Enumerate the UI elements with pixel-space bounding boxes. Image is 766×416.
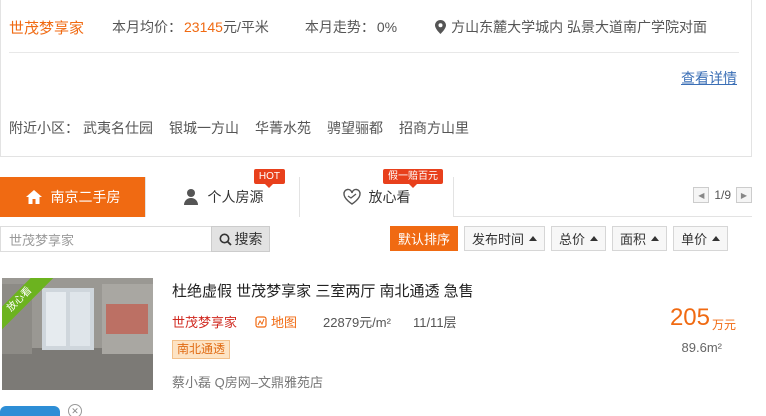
caret-up-icon <box>712 236 721 241</box>
search-button[interactable]: 搜索 <box>211 226 270 252</box>
hot-badge: HOT <box>253 169 285 188</box>
pager: ◀ 1/9 ▶ <box>693 187 752 203</box>
sort-total-price-button[interactable]: 总价 <box>551 226 607 251</box>
handshake-icon <box>342 188 361 205</box>
tab-label: 个人房源 <box>207 189 264 205</box>
map-link[interactable]: 地图 <box>255 312 297 331</box>
sort-label: 发布时间 <box>472 232 525 247</box>
avg-price-label: 本月均价： <box>112 19 183 35</box>
sort-default-button[interactable]: 默认排序 <box>390 226 459 251</box>
feature-tag: 南北通透 <box>172 340 231 359</box>
caret-up-icon <box>651 236 660 241</box>
floating-action-button[interactable] <box>0 406 60 416</box>
location-pin-icon <box>435 20 447 34</box>
map-label: 地图 <box>271 315 298 330</box>
area: 89.6m² <box>681 340 722 355</box>
tab-nanjing-secondhand[interactable]: 南京二手房 <box>0 177 146 217</box>
listing-photo[interactable]: 放心看 <box>2 278 153 390</box>
sort-label: 总价 <box>559 232 586 247</box>
prev-page-button[interactable]: ◀ <box>693 187 710 203</box>
house-icon <box>25 190 42 204</box>
guarantee-badge: 假一赔百元 <box>383 169 443 188</box>
page-indicator: 1/9 <box>714 188 731 202</box>
community-info-panel: 世茂梦享家 本月均价： 23145 元/平米 本月走势： 0% 方山东麓大学城内… <box>0 0 752 157</box>
nearby-item[interactable]: 骋望骊都 <box>327 118 383 138</box>
total-price: 205 <box>669 304 710 331</box>
search-bar: 搜索 <box>0 226 270 252</box>
sort-bar: 默认排序 发布时间 总价 面积 单价 <box>390 226 734 251</box>
floor-info: 11/11层 <box>412 315 457 330</box>
trend-label: 本月走势： <box>304 19 375 35</box>
nearby-item[interactable]: 银城一方山 <box>169 118 239 138</box>
sort-label: 默认排序 <box>398 232 451 247</box>
nearby-item[interactable]: 华菁水苑 <box>255 118 311 138</box>
tab-label: 放心看 <box>368 189 411 205</box>
close-icon[interactable]: ✕ <box>68 404 82 416</box>
sort-publish-time-button[interactable]: 发布时间 <box>464 226 546 251</box>
caret-up-icon <box>590 236 599 241</box>
person-icon <box>183 189 198 205</box>
tab-personal-listings[interactable]: 个人房源 HOT <box>146 169 300 217</box>
community-summary-row: 世茂梦享家 本月均价： 23145 元/平米 本月走势： 0% 方山东麓大学城内… <box>9 14 749 40</box>
next-page-button[interactable]: ▶ <box>736 187 752 203</box>
listing-item[interactable]: 放心看 杜绝虚假 世茂梦享家 三室两厅 南北通透 急售 世茂梦享家 地图 228… <box>0 270 766 416</box>
tab-worry-free-viewing[interactable]: 放心看 假一赔百元 <box>300 169 454 217</box>
sort-label: 面积 <box>620 232 647 247</box>
listing-tabs: 南京二手房 个人房源 HOT 放心看 假一赔百元 <box>0 169 752 217</box>
nearby-label: 附近小区： <box>9 120 79 136</box>
sort-label: 单价 <box>681 232 708 247</box>
listing-community-link[interactable]: 世茂梦享家 <box>172 312 237 331</box>
sort-unit-price-button[interactable]: 单价 <box>673 226 729 251</box>
listing-title[interactable]: 杜绝虚假 世茂梦享家 三室两厅 南北通透 急售 <box>172 280 474 301</box>
avg-price-unit: 元/平米 <box>222 19 269 35</box>
agent-info: 蔡小磊 Q房网–文鼎雅苑店 <box>172 375 323 390</box>
community-name[interactable]: 世茂梦享家 <box>9 17 84 38</box>
nearby-item[interactable]: 招商方山里 <box>399 118 469 138</box>
total-price-unit: 万元 <box>711 318 736 332</box>
divider <box>9 52 739 53</box>
map-icon <box>255 315 267 328</box>
avg-price-value: 23145 <box>184 19 223 35</box>
tab-label: 南京二手房 <box>50 189 121 205</box>
caret-up-icon <box>529 236 538 241</box>
listing-meta: 世茂梦享家 地图 22879元/m² 11/11层 <box>172 312 457 331</box>
trend-value: 0% <box>376 19 398 35</box>
address: 方山东麓大学城内 弘景大道南广学院对面 <box>451 19 707 35</box>
nearby-item[interactable]: 武夷名仕园 <box>83 118 153 138</box>
sort-area-button[interactable]: 面积 <box>612 226 668 251</box>
search-input[interactable] <box>0 226 211 252</box>
nearby-communities: 附近小区： 武夷名仕园 银城一方山 华菁水苑 骋望骊都 招商方山里 <box>9 118 485 138</box>
search-button-label: 搜索 <box>234 231 263 247</box>
search-icon <box>219 233 232 246</box>
unit-price: 22879元/m² <box>323 315 391 330</box>
view-details-link[interactable]: 查看详情 <box>681 68 737 88</box>
